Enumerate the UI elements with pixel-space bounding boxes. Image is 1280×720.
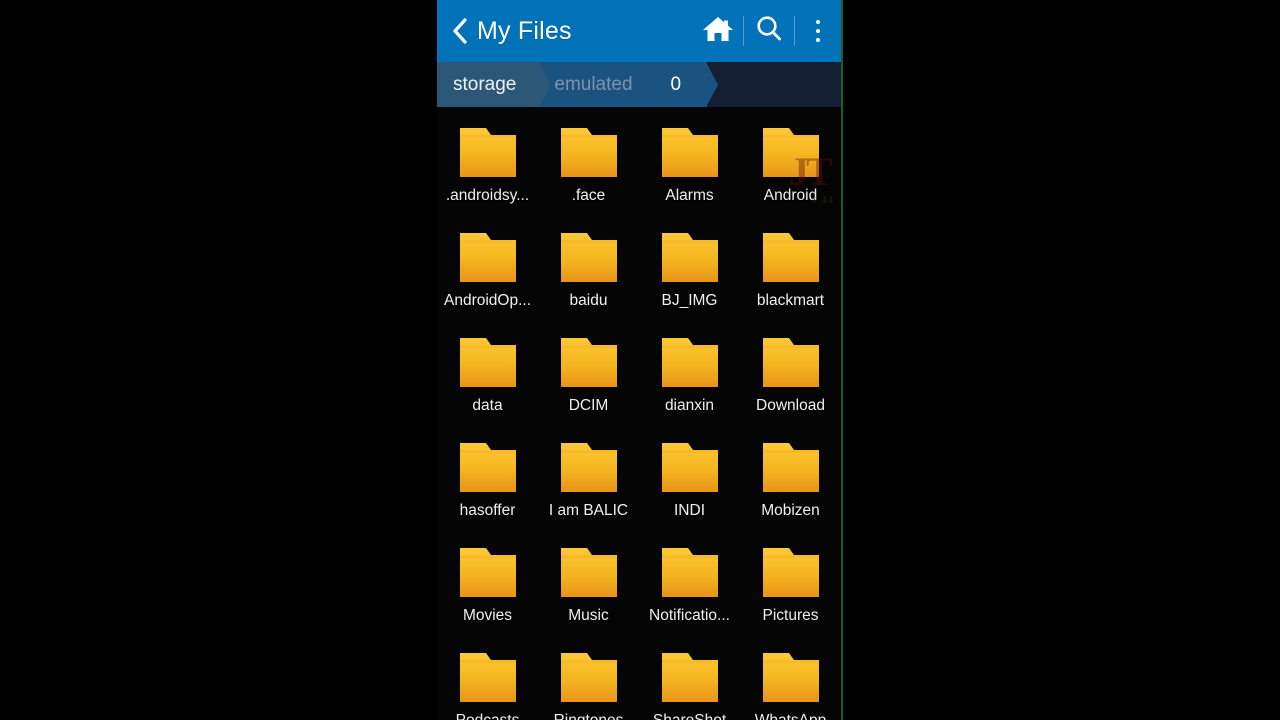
file-label: Mobizen	[761, 502, 820, 519]
folder-icon	[762, 443, 819, 492]
home-icon	[702, 14, 734, 49]
file-grid-item[interactable]: dianxin	[639, 334, 740, 439]
file-label: Ringtones	[554, 712, 624, 720]
overflow-menu-button[interactable]	[795, 0, 841, 62]
file-grid-item[interactable]: DCIM	[538, 334, 639, 439]
folder-icon	[459, 233, 516, 282]
file-grid-item[interactable]: .face	[538, 124, 639, 229]
file-grid-item[interactable]: Ringtones	[538, 649, 639, 720]
file-label: AndroidOp...	[443, 292, 532, 309]
file-grid-item[interactable]: BJ_IMG	[639, 229, 740, 334]
folder-icon	[661, 338, 718, 387]
folder-icon	[661, 653, 718, 702]
file-grid-item[interactable]: Music	[538, 544, 639, 649]
file-grid-item[interactable]: Download	[740, 334, 841, 439]
file-grid-item[interactable]: Alarms	[639, 124, 740, 229]
folder-icon	[762, 338, 819, 387]
file-label: WhatsApp	[755, 712, 827, 720]
folder-icon	[459, 548, 516, 597]
file-label: hasoffer	[459, 502, 516, 519]
screenshot-root: My Files storage emulated 0 .androidsy..…	[0, 0, 1280, 720]
screen-edge-accent	[841, 0, 843, 720]
home-button[interactable]	[693, 0, 743, 62]
file-label: Movies	[462, 607, 513, 624]
file-grid-item[interactable]: Pictures	[740, 544, 841, 649]
file-grid-item[interactable]: hasoffer	[437, 439, 538, 544]
file-grid-item[interactable]: WhatsApp	[740, 649, 841, 720]
file-label: blackmart	[756, 292, 825, 309]
breadcrumb-label: storage	[453, 73, 517, 95]
folder-icon	[762, 653, 819, 702]
breadcrumb-track	[707, 62, 841, 107]
file-label: Notificatio...	[649, 607, 730, 624]
breadcrumb-item-emulated[interactable]: emulated	[540, 62, 668, 107]
folder-icon	[459, 128, 516, 177]
page-title: My Files	[477, 16, 572, 45]
search-icon	[754, 14, 784, 49]
folder-icon	[762, 233, 819, 282]
file-label: dianxin	[664, 397, 715, 414]
folder-icon	[560, 443, 617, 492]
folder-icon	[661, 548, 718, 597]
overflow-menu-icon	[816, 18, 820, 45]
action-bar: My Files	[437, 0, 841, 62]
file-grid-item[interactable]: baidu	[538, 229, 639, 334]
folder-icon	[560, 548, 617, 597]
file-grid-item[interactable]: AndroidOp...	[437, 229, 538, 334]
folder-icon	[661, 443, 718, 492]
folder-icon	[762, 548, 819, 597]
file-grid-item[interactable]: Movies	[437, 544, 538, 649]
file-label: Podcasts	[456, 712, 520, 720]
folder-icon	[560, 338, 617, 387]
folder-icon	[661, 128, 718, 177]
file-label: baidu	[569, 292, 608, 309]
folder-icon	[459, 653, 516, 702]
folder-icon	[762, 128, 819, 177]
file-label: INDI	[674, 502, 705, 519]
file-label: Download	[756, 397, 825, 414]
breadcrumb-label: 0	[670, 73, 682, 95]
file-grid-item[interactable]: INDI	[639, 439, 740, 544]
breadcrumb: storage emulated 0	[437, 62, 841, 107]
folder-icon	[560, 233, 617, 282]
file-label: ShareShot	[653, 712, 726, 720]
file-grid: .androidsy... .face Alarms Android AndroidOp…	[437, 107, 841, 720]
file-grid-item[interactable]: I am BALIC	[538, 439, 639, 544]
file-label: DCIM	[568, 397, 609, 414]
folder-icon	[661, 233, 718, 282]
file-label: .face	[571, 187, 606, 204]
search-button[interactable]	[744, 0, 794, 62]
file-grid-item[interactable]: blackmart	[740, 229, 841, 334]
folder-icon	[459, 338, 516, 387]
file-grid-item[interactable]: .androidsy...	[437, 124, 538, 229]
file-grid-item[interactable]: ShareShot	[639, 649, 740, 720]
file-label: BJ_IMG	[661, 292, 718, 309]
folder-icon	[560, 128, 617, 177]
breadcrumb-label: emulated	[554, 73, 633, 95]
file-label: Alarms	[665, 187, 714, 204]
breadcrumb-item-storage[interactable]: storage	[437, 62, 552, 107]
file-label: Music	[568, 607, 609, 624]
folder-icon	[560, 653, 617, 702]
file-label: data	[472, 397, 503, 414]
file-label: .androidsy...	[445, 187, 530, 204]
file-grid-item[interactable]: data	[437, 334, 538, 439]
folder-icon	[459, 443, 516, 492]
file-label: Pictures	[762, 607, 819, 624]
file-grid-item[interactable]: Podcasts	[437, 649, 538, 720]
back-chevron-icon[interactable]	[445, 18, 475, 44]
file-label: Android	[763, 187, 818, 204]
file-grid-item[interactable]: Android	[740, 124, 841, 229]
file-grid-item[interactable]: Mobizen	[740, 439, 841, 544]
phone-screen: My Files storage emulated 0 .androidsy..…	[437, 0, 841, 720]
file-grid-item[interactable]: Notificatio...	[639, 544, 740, 649]
file-label: I am BALIC	[548, 502, 629, 519]
